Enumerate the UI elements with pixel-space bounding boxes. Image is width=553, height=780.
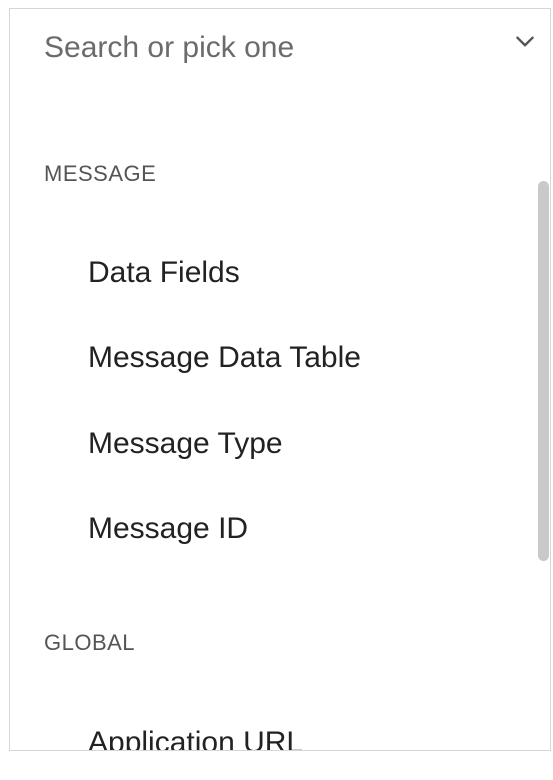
group-header-global: GLOBAL	[44, 630, 136, 655]
option-message-data-table[interactable]: Message Data Table	[88, 341, 361, 375]
search-input[interactable]	[44, 27, 484, 69]
option-data-fields[interactable]: Data Fields	[88, 256, 240, 290]
option-message-type[interactable]: Message Type	[88, 427, 283, 461]
option-message-id[interactable]: Message ID	[88, 512, 248, 546]
search-row[interactable]	[10, 9, 550, 85]
options-list: MESSAGE Data Fields Message Data Table M…	[10, 85, 536, 750]
scrollbar-track[interactable]	[536, 91, 550, 750]
scrollbar-thumb[interactable]	[538, 181, 549, 561]
multiselect-dropdown[interactable]: MESSAGE Data Fields Message Data Table M…	[9, 8, 551, 751]
option-application-url[interactable]: Application URL	[88, 726, 303, 750]
chevron-down-icon[interactable]	[512, 29, 538, 55]
group-header-message: MESSAGE	[44, 161, 157, 186]
